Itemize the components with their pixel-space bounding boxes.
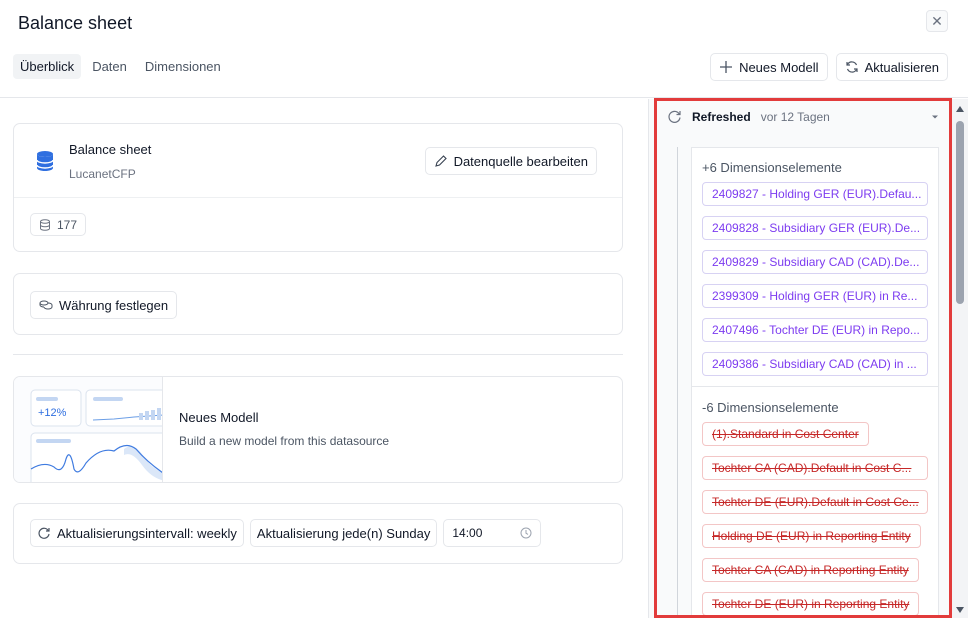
tab-bar: Überblick Daten Dimensionen xyxy=(13,54,228,79)
database-icon xyxy=(36,151,54,171)
refresh-time-value: 14:00 xyxy=(452,526,483,540)
dimension-diff-box: +6 Dimensionselemente 2409827 - Holding … xyxy=(691,147,939,618)
refresh-icon xyxy=(38,527,50,539)
tab-dimensions[interactable]: Dimensionen xyxy=(138,54,228,79)
page-title: Balance sheet xyxy=(18,13,133,33)
edit-datasource-label: Datenquelle bearbeiten xyxy=(453,153,588,169)
tree-connector xyxy=(677,147,678,618)
row-count-badge: 177 xyxy=(30,213,87,236)
coins-icon xyxy=(39,300,53,310)
model-preview-illustration xyxy=(30,389,162,482)
refresh-label: Aktualisieren xyxy=(864,59,939,75)
removed-element-chip[interactable]: Holding DE (EUR) in Reporting Entity xyxy=(702,524,921,548)
new-model-button[interactable]: Neues Modell xyxy=(710,53,828,81)
section-divider xyxy=(692,386,938,387)
removed-element-chip[interactable]: Tochter DE (EUR) in Reporting Entity xyxy=(702,592,920,616)
refresh-history-panel: Refreshed vor 12 Tagen +6 Dimensionselem… xyxy=(648,99,968,618)
panel-scrollbar[interactable] xyxy=(952,99,968,618)
refresh-day-button[interactable]: Aktualisierung jede(n) Sunday xyxy=(249,519,438,547)
removed-element-chip[interactable]: (1).Standard in Cost Center xyxy=(702,422,869,446)
added-element-chip[interactable]: 2399309 - Holding GER (EUR) in Re... xyxy=(702,284,928,308)
close-button[interactable]: ✕ xyxy=(926,10,948,32)
scroll-down-arrow-icon[interactable] xyxy=(956,607,964,613)
currency-card: Währung festlegen xyxy=(13,273,623,335)
removed-element-chip[interactable]: Tochter CA (CAD).Default in Cost C... xyxy=(702,456,928,480)
refresh-status-row[interactable]: Refreshed vor 12 Tagen xyxy=(667,109,830,124)
overview-content: Balance sheet LucanetCFP Datenquelle bea… xyxy=(0,99,648,618)
scroll-up-arrow-icon[interactable] xyxy=(956,106,964,112)
plus-icon xyxy=(720,61,733,73)
chevron-down-icon[interactable] xyxy=(931,113,939,121)
added-element-chip[interactable]: 2409386 - Subsidiary CAD (CAD) in ... xyxy=(702,352,928,376)
refresh-day-label: Aktualisierung jede(n) Sunday xyxy=(256,525,431,541)
new-model-title: Neues Modell xyxy=(179,410,259,425)
datasource-source: LucanetCFP xyxy=(69,167,136,181)
refresh-time-input[interactable]: 14:00 xyxy=(443,519,542,547)
new-model-description: Build a new model from this datasource xyxy=(179,434,390,448)
removed-elements-title: -6 Dimensionselemente xyxy=(702,400,839,415)
refresh-time-ago: vor 12 Tagen xyxy=(760,109,830,124)
set-currency-button[interactable]: Währung festlegen xyxy=(30,291,178,319)
refresh-icon xyxy=(668,110,681,123)
model-thumb-percent: +12% xyxy=(38,407,67,419)
datasource-name: Balance sheet xyxy=(69,142,152,157)
divider xyxy=(14,197,622,198)
row-count: 177 xyxy=(57,217,78,232)
scroll-thumb[interactable] xyxy=(956,121,964,304)
edit-datasource-button[interactable]: Datenquelle bearbeiten xyxy=(424,147,597,175)
removed-element-chip[interactable]: Tochter DE (EUR).Default in Cost Ce... xyxy=(702,490,928,514)
added-element-chip[interactable]: 2409828 - Subsidiary GER (EUR).De... xyxy=(702,216,928,240)
tab-data[interactable]: Daten xyxy=(85,54,134,79)
header: Balance sheet ✕ Überblick Daten Dimensio… xyxy=(0,0,968,98)
new-model-card[interactable]: +12% Neues Modell Build a new model from… xyxy=(13,376,623,483)
header-actions: Neues Modell Aktualisieren xyxy=(710,53,948,81)
section-divider xyxy=(13,354,623,355)
refresh-icon xyxy=(845,61,858,73)
clock-icon xyxy=(520,527,532,539)
refresh-button[interactable]: Aktualisieren xyxy=(835,53,948,81)
pencil-icon xyxy=(434,155,447,167)
refresh-interval-button[interactable]: Aktualisierungsintervall: weekly xyxy=(30,519,244,547)
added-elements-title: +6 Dimensionselemente xyxy=(702,160,842,175)
datasource-card: Balance sheet LucanetCFP Datenquelle bea… xyxy=(13,123,623,252)
model-thumbnail: +12% xyxy=(14,377,163,482)
added-element-chip[interactable]: 2409829 - Subsidiary CAD (CAD).De... xyxy=(702,250,928,274)
new-model-label: Neues Modell xyxy=(739,59,819,75)
close-icon: ✕ xyxy=(931,12,943,29)
tab-overview[interactable]: Überblick xyxy=(13,54,82,79)
added-element-chip[interactable]: 2409827 - Holding GER (EUR).Defau... xyxy=(702,182,928,206)
database-small-icon xyxy=(40,218,50,231)
added-element-chip[interactable]: 2407496 - Tochter DE (EUR) in Repo... xyxy=(702,318,928,342)
schedule-card: Aktualisierungsintervall: weekly Aktuali… xyxy=(13,503,623,564)
schedule-controls: Aktualisierungsintervall: weekly Aktuali… xyxy=(30,519,542,547)
removed-element-chip[interactable]: Tochter CA (CAD) in Reporting Entity xyxy=(702,558,919,582)
refresh-status: Refreshed xyxy=(692,109,751,124)
refresh-interval-label: Aktualisierungsintervall: weekly xyxy=(57,525,237,541)
set-currency-label: Währung festlegen xyxy=(59,297,169,313)
